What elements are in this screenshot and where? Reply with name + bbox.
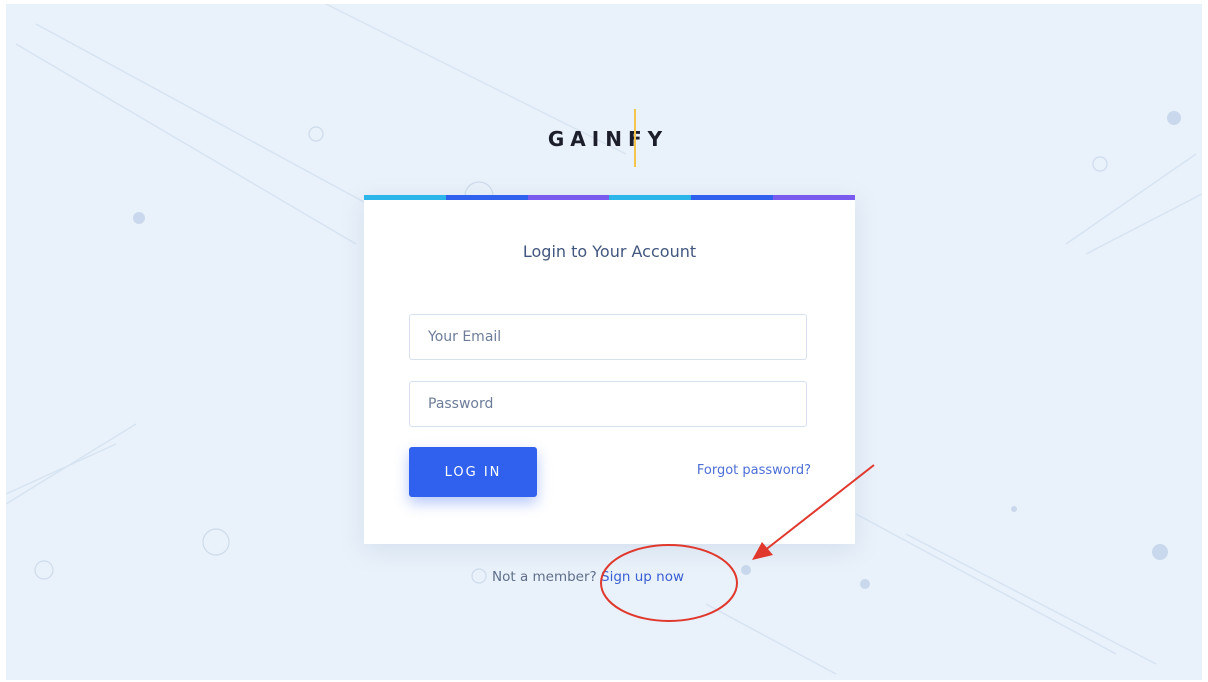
signup-prompt: Not a member? Sign up now	[492, 569, 684, 585]
logo-separator	[634, 109, 636, 167]
card-top-bar	[364, 195, 855, 200]
password-field[interactable]	[409, 381, 807, 427]
login-page: GAINFY Login to Your Account LOG IN Forg…	[6, 4, 1202, 680]
brand-logo: GAINFY	[547, 127, 669, 151]
email-field[interactable]	[409, 314, 807, 360]
signup-link[interactable]: Sign up now	[601, 569, 684, 585]
signup-prompt-text: Not a member?	[492, 569, 597, 585]
login-card: Login to Your Account LOG IN Forgot pass…	[364, 195, 855, 544]
forgot-password-link[interactable]: Forgot password?	[697, 463, 811, 478]
login-button[interactable]: LOG IN	[409, 447, 537, 497]
card-title: Login to Your Account	[522, 242, 697, 261]
